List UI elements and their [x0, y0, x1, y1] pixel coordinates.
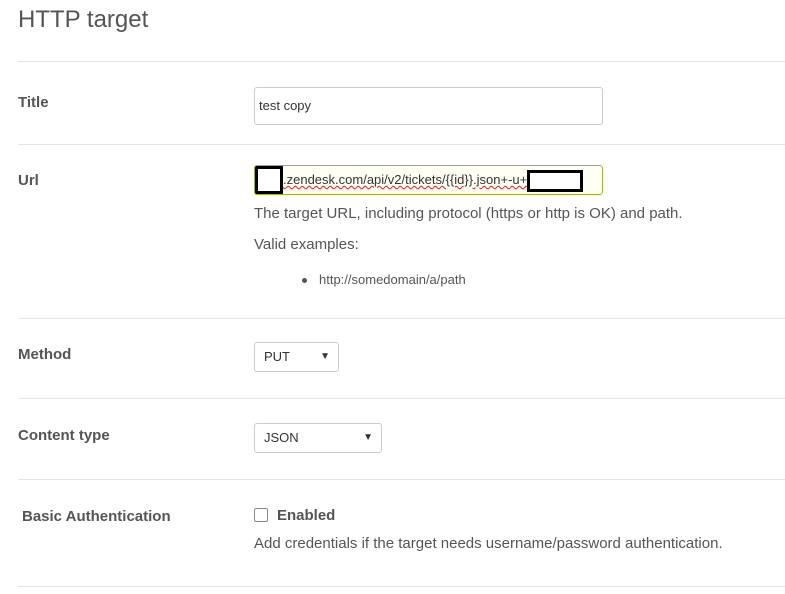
method-label: Method — [18, 346, 72, 363]
page-title: HTTP target — [18, 6, 149, 33]
divider — [18, 318, 785, 319]
chevron-down-icon: ▼ — [320, 351, 330, 362]
url-input-value: .zendesk.com/api/v2/tickets/{{id}}.json+… — [283, 172, 528, 187]
basic-auth-label: Basic Authentication — [22, 508, 171, 525]
enabled-checkbox[interactable] — [254, 508, 268, 522]
content-type-select[interactable]: JSON ▼ — [254, 423, 382, 453]
basic-auth-help-text: Add credentials if the target needs user… — [254, 535, 723, 552]
redacted-block — [527, 169, 584, 192]
url-help-text: The target URL, including protocol (http… — [254, 205, 683, 222]
content-type-select-value: JSON — [264, 430, 299, 445]
url-label: Url — [18, 172, 39, 189]
method-select-value: PUT — [264, 349, 290, 364]
divider — [18, 144, 785, 145]
example-list-item: http://somedomain/a/path — [302, 272, 466, 287]
divider — [18, 586, 785, 587]
redacted-block — [255, 166, 283, 194]
divider — [18, 479, 785, 480]
title-input[interactable]: test copy — [254, 87, 603, 125]
content-type-label: Content type — [18, 427, 110, 444]
bullet-icon — [302, 278, 307, 284]
url-examples-label: Valid examples: — [254, 236, 359, 253]
method-select[interactable]: PUT ▼ — [254, 342, 339, 372]
example-url: http://somedomain/a/path — [319, 272, 466, 287]
divider — [18, 398, 785, 399]
enabled-checkbox-label[interactable]: Enabled — [277, 507, 335, 524]
title-label: Title — [18, 94, 49, 111]
url-input[interactable]: .zendesk.com/api/v2/tickets/{{id}}.json+… — [254, 165, 603, 195]
divider — [18, 61, 785, 62]
chevron-down-icon: ▼ — [363, 432, 373, 443]
title-input-value: test copy — [259, 98, 312, 113]
